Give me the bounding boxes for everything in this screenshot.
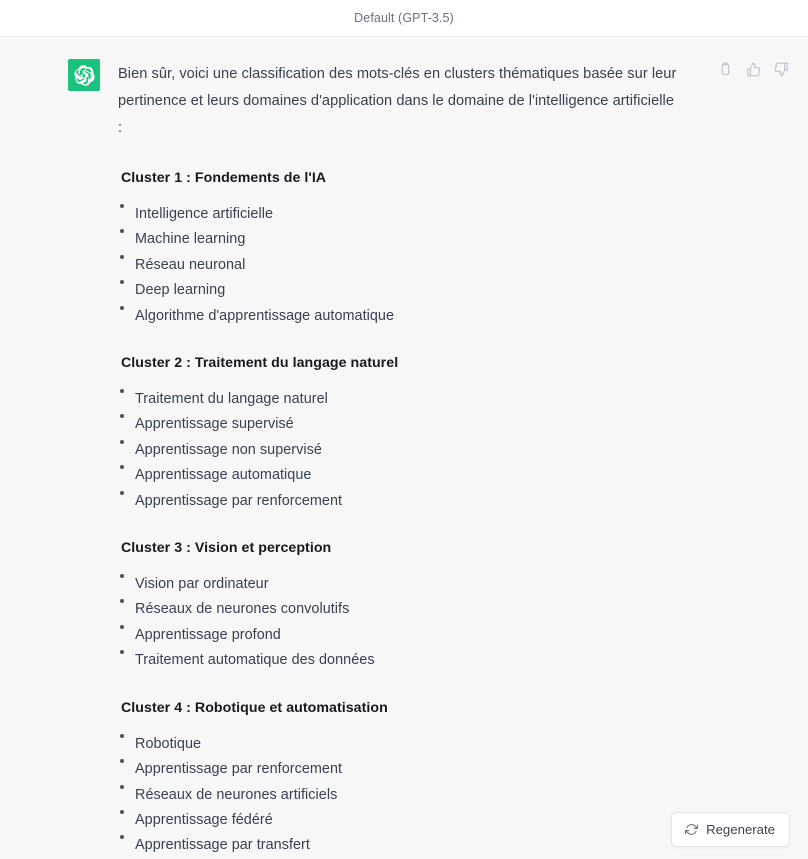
- list-item: Deep learning: [118, 278, 680, 303]
- list-item: Réseau neuronal: [118, 253, 680, 278]
- cluster-heading: Cluster 4 : Robotique et automatisation: [121, 699, 388, 716]
- list-item: Vision par ordinateur: [118, 572, 680, 597]
- regenerate-button-label: Regenerate: [706, 822, 775, 837]
- cluster-list: Traitement du langage naturel Apprentiss…: [118, 387, 680, 514]
- list-item-label: Traitement du langage naturel: [135, 391, 328, 408]
- list-item-label: Algorithme d'apprentissage automatique: [135, 307, 395, 324]
- bullet-icon: [120, 835, 124, 840]
- bullet-icon: [120, 809, 124, 814]
- list-item-label: Apprentissage supervisé: [135, 416, 294, 433]
- intro-paragraph: Bien sûr, voici une classification des m…: [118, 66, 677, 136]
- thumbs-up-icon[interactable]: [745, 61, 762, 78]
- list-item-label: Apprentissage profond: [135, 626, 281, 643]
- cluster-heading: Cluster 2 : Traitement du langage nature…: [121, 355, 399, 372]
- refresh-icon: [684, 823, 698, 837]
- cluster-heading: Cluster 3 : Vision et perception: [121, 540, 332, 557]
- list-item-label: Réseaux de neurones convolutifs: [135, 601, 350, 618]
- bullet-icon: [120, 759, 124, 764]
- message-actions: [717, 61, 790, 78]
- thumbs-down-icon[interactable]: [773, 61, 790, 78]
- list-item-label: Apprentissage non supervisé: [135, 441, 322, 458]
- model-name-label: Default (GPT-3.5): [354, 11, 454, 25]
- list-item: Apprentissage profond: [118, 623, 680, 648]
- assistant-message: Bien sûr, voici une classification des m…: [0, 37, 808, 859]
- list-item-label: Apprentissage fédéré: [135, 811, 273, 828]
- cluster-block: Cluster 1 : Fondements de l'IA Intellige…: [118, 170, 680, 329]
- list-item: Intelligence artificielle: [118, 202, 680, 227]
- assistant-avatar: [68, 59, 100, 91]
- list-item-label: Apprentissage par renforcement: [135, 761, 343, 778]
- list-item-label: Apprentissage par transfert: [135, 837, 310, 854]
- bullet-icon: [120, 414, 124, 419]
- list-item: Réseaux de neurones artificiels: [118, 783, 680, 808]
- cluster-list: Vision par ordinateur Réseaux de neurone…: [118, 572, 680, 674]
- list-item: Traitement automatique des données: [118, 648, 680, 673]
- bullet-icon: [120, 305, 124, 310]
- list-item-label: Traitement automatique des données: [135, 652, 375, 669]
- cluster-list: Robotique Apprentissage par renforcement…: [118, 732, 680, 859]
- list-item: Apprentissage supervisé: [118, 412, 680, 437]
- list-item-label: Intelligence artificielle: [135, 206, 274, 222]
- list-item: Algorithme d'apprentissage automatique: [118, 304, 680, 329]
- bullet-icon: [120, 784, 124, 789]
- bullet-icon: [120, 733, 124, 738]
- list-item-label: Réseau neuronal: [135, 256, 246, 273]
- list-item-label: Vision par ordinateur: [135, 576, 269, 593]
- bullet-icon: [120, 389, 124, 394]
- bullet-icon: [120, 599, 124, 604]
- list-item: Robotique: [118, 732, 680, 757]
- bullet-icon: [120, 465, 124, 470]
- avatar-column: [0, 59, 100, 859]
- list-item: Apprentissage fédéré: [118, 808, 680, 833]
- openai-logo-icon: [73, 64, 95, 86]
- list-item: Apprentissage par transfert: [118, 833, 680, 858]
- bullet-icon: [120, 490, 124, 495]
- cluster-list: Intelligence artificielle Machine learni…: [118, 202, 680, 329]
- bullet-icon: [120, 574, 124, 579]
- conversation-panel: Bien sûr, voici une classification des m…: [0, 37, 808, 859]
- list-item: Apprentissage par renforcement: [118, 489, 680, 514]
- list-item-label: Apprentissage automatique: [135, 467, 312, 484]
- bullet-icon: [120, 439, 124, 444]
- list-item-label: Deep learning: [135, 282, 226, 299]
- bullet-icon: [120, 624, 124, 629]
- list-item-label: Réseaux de neurones artificiels: [135, 786, 338, 803]
- regenerate-button[interactable]: Regenerate: [671, 812, 790, 847]
- model-header-bar: Default (GPT-3.5): [0, 0, 808, 37]
- list-item: Traitement du langage naturel: [118, 387, 680, 412]
- copy-icon[interactable]: [717, 61, 734, 78]
- list-item: Apprentissage non supervisé: [118, 438, 680, 463]
- bullet-icon: [120, 280, 124, 285]
- bullet-icon: [120, 650, 124, 655]
- cluster-heading: Cluster 1 : Fondements de l'IA: [121, 170, 327, 186]
- list-item: Apprentissage automatique: [118, 463, 680, 488]
- cluster-block: Cluster 3 : Vision et perception Vision …: [118, 540, 680, 674]
- bullet-icon: [120, 254, 124, 259]
- list-item-label: Robotique: [135, 735, 202, 752]
- list-item: Machine learning: [118, 227, 680, 252]
- cluster-block: Cluster 2 : Traitement du langage nature…: [118, 355, 680, 514]
- list-item: Apprentissage par renforcement: [118, 757, 680, 782]
- list-item-label: Apprentissage par renforcement: [135, 492, 343, 509]
- bullet-icon: [120, 229, 124, 234]
- message-content: Bien sûr, voici une classification des m…: [100, 59, 680, 859]
- bullet-icon: [120, 204, 124, 208]
- cluster-block: Cluster 4 : Robotique et automatisation …: [118, 700, 680, 859]
- list-item: Réseaux de neurones convolutifs: [118, 597, 680, 622]
- list-item-label: Machine learning: [135, 231, 246, 248]
